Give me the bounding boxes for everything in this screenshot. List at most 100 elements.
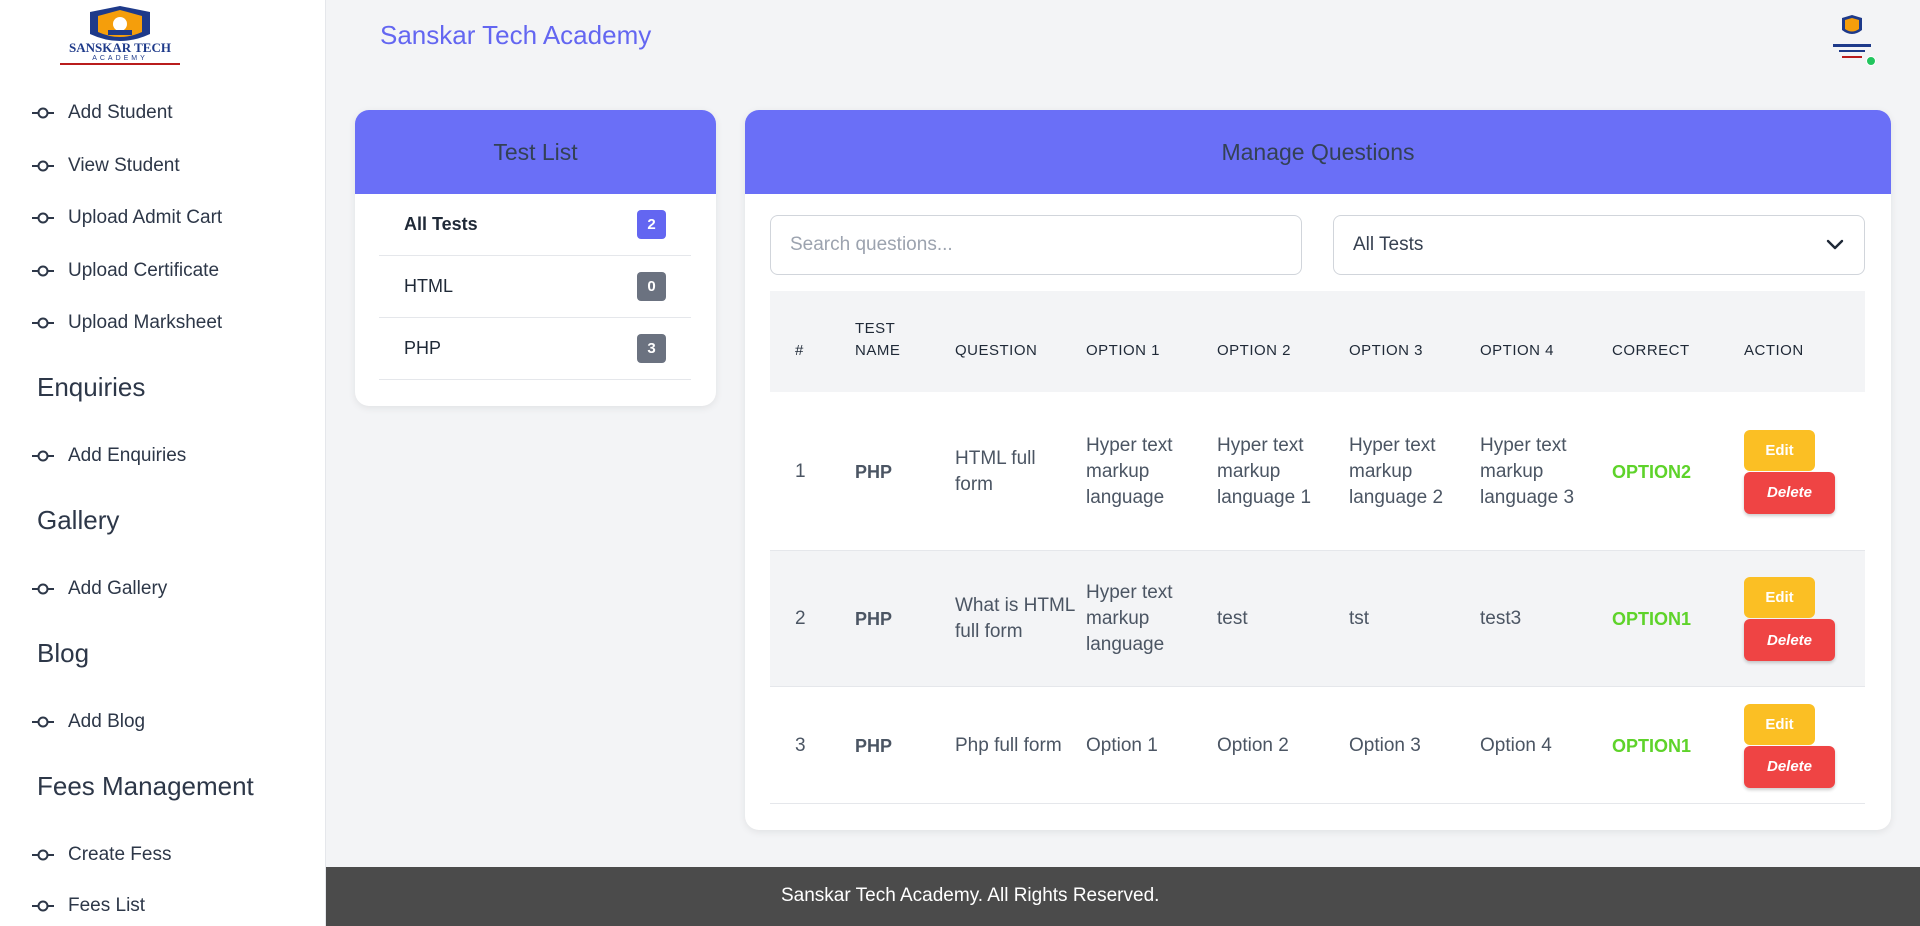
sidebar-item-label: Add Gallery (68, 578, 168, 599)
test-filter-value: All Tests (1353, 234, 1424, 255)
sidebar-item-view-student[interactable]: View Student (32, 151, 180, 181)
cell-text: PHP (855, 609, 893, 629)
column-header-test-name: TEST NAME (855, 320, 901, 359)
menu-bullet-icon (32, 582, 54, 596)
footer: Sanskar Tech Academy. All Rights Reserve… (326, 867, 1920, 926)
cell-text: test (1217, 608, 1248, 629)
sidebar-item-fees-list[interactable]: Fees List (32, 891, 145, 921)
sidebar-item-add-blog[interactable]: Add Blog (32, 707, 145, 737)
sidebar-section-enquiries: Enquiries (37, 372, 146, 402)
cell-o3: Option 3 (1349, 687, 1449, 804)
column-header-action: ACTION (1744, 342, 1804, 359)
test-filter-select[interactable]: All Tests (1333, 215, 1865, 275)
menu-bullet-icon (32, 264, 54, 278)
cell-correct: OPTION1 (1612, 687, 1732, 804)
sidebar-item-upload-certificate[interactable]: Upload Certificate (32, 256, 219, 286)
search-input[interactable] (770, 215, 1302, 275)
column-header-correct: CORRECT (1612, 342, 1690, 359)
menu-bullet-icon (32, 715, 54, 729)
delete-button[interactable]: Delete (1744, 619, 1835, 661)
cell-text: test3 (1480, 608, 1522, 629)
cell-text: tst (1349, 608, 1370, 629)
sidebar-item-add-student[interactable]: Add Student (32, 98, 173, 128)
test-list-item-php[interactable]: PHP 3 (379, 318, 691, 380)
edit-button[interactable]: Edit (1744, 703, 1815, 745)
sidebar-item-label: Upload Certificate (68, 260, 220, 281)
cell-text: Hyper text markup language 1 (1217, 434, 1312, 508)
cell-o2: test (1217, 551, 1317, 687)
test-list-item-html[interactable]: HTML 0 (379, 256, 691, 318)
sidebar-item-label: Add Enquiries (68, 445, 187, 466)
menu-bullet-icon (32, 159, 54, 173)
test-list-item-all-tests[interactable]: All Tests 2 (379, 194, 691, 256)
cell-text: 2 (795, 608, 806, 629)
brand-title[interactable]: Sanskar Tech Academy (380, 20, 651, 51)
cell-o4: test3 (1480, 551, 1580, 687)
sidebar-item-create-fess[interactable]: Create Fess (32, 840, 171, 870)
sidebar-item-label: Create Fess (68, 844, 172, 865)
test-count-badge: 2 (637, 210, 666, 239)
menu-bullet-icon (32, 106, 54, 120)
sidebar-item-label: Fees List (68, 895, 146, 916)
column-header-number: # (795, 342, 804, 359)
cell-o4: Option 4 (1480, 687, 1580, 804)
table-row: 3 PHP Php full form Option 1 Option 2 Option … (770, 687, 1865, 804)
sidebar-item-upload-marksheet[interactable]: Upload Marksheet (32, 308, 222, 338)
chevron-down-icon (1826, 239, 1844, 250)
cell-text: Option 1 (1086, 734, 1158, 756)
sidebar-section-gallery: Gallery (37, 505, 120, 535)
cell-text: Hyper text markup language (1086, 582, 1173, 655)
cell-o3: tst (1349, 551, 1449, 687)
menu-bullet-icon (32, 848, 54, 862)
cell-num: 3 (795, 687, 845, 804)
test-name: All Tests (404, 214, 478, 234)
sidebar-item-add-gallery[interactable]: Add Gallery (32, 574, 167, 604)
cell-o4: Hyper text markup language 3 (1480, 392, 1580, 551)
test-name: HTML (404, 276, 453, 296)
edit-button[interactable]: Edit (1744, 429, 1815, 471)
cell-text: OPTION1 (1612, 735, 1692, 756)
column-header-option-2: OPTION 2 (1217, 342, 1292, 359)
cell-text: PHP (855, 735, 893, 756)
cell-text: Option 4 (1480, 734, 1552, 756)
footer-text: Sanskar Tech Academy. All Rights Reserve… (781, 885, 1160, 906)
user-avatar[interactable] (1830, 14, 1880, 66)
cell-question: Php full form (955, 687, 1075, 804)
sidebar-item-label: Upload Admit Cart (68, 207, 223, 228)
online-status-indicator (1866, 56, 1876, 66)
logo-subtext: ACADEMY (92, 55, 148, 62)
sidebar-item-label: Upload Marksheet (68, 312, 223, 333)
delete-button[interactable]: Delete (1744, 471, 1835, 514)
cell-num: 2 (795, 551, 845, 687)
cell-text: Hyper text markup language 3 (1480, 434, 1575, 508)
cell-o3: Hyper text markup language 2 (1349, 392, 1449, 551)
cell-text: What is HTML full form (955, 595, 1075, 642)
cell-text: Hyper text markup language 2 (1349, 434, 1444, 508)
delete-button[interactable]: Delete (1744, 745, 1835, 788)
sidebar-item-upload-admit-cart[interactable]: Upload Admit Cart (32, 203, 222, 233)
menu-bullet-icon (32, 211, 54, 225)
cell-question: What is HTML full form (955, 551, 1075, 687)
cell-text: OPTION2 (1612, 461, 1692, 482)
edit-button[interactable]: Edit (1744, 577, 1815, 618)
test-count-badge: 3 (637, 334, 666, 363)
cell-test: PHP (855, 392, 945, 551)
cell-test: PHP (855, 687, 945, 804)
cell-text: HTML full form (955, 447, 1036, 495)
sidebar-item-add-enquiries[interactable]: Add Enquiries (32, 441, 186, 471)
menu-bullet-icon (32, 316, 54, 330)
cell-text: 1 (795, 460, 806, 482)
test-name: PHP (404, 338, 442, 358)
sidebar-section-blog: Blog (37, 638, 90, 668)
cell-text: 3 (795, 734, 806, 756)
cell-text: Option 2 (1217, 734, 1289, 756)
sidebar-item-label: Add Student (68, 102, 173, 123)
cell-o2: Hyper text markup language 1 (1217, 392, 1317, 551)
sidebar-item-label: View Student (68, 155, 180, 176)
test-count-badge: 0 (637, 272, 666, 301)
manage-questions-card: Manage Questions All Tests # TEST NAME QUE… (745, 110, 1891, 830)
menu-bullet-icon (32, 899, 54, 913)
sidebar-section-fees-management: Fees Management (37, 771, 254, 801)
academy-logo[interactable]: SANSKAR TECH ACADEMY (30, 4, 210, 68)
test-list-card: Test List All Tests 2 HTML 0 PHP 3 (355, 110, 716, 406)
